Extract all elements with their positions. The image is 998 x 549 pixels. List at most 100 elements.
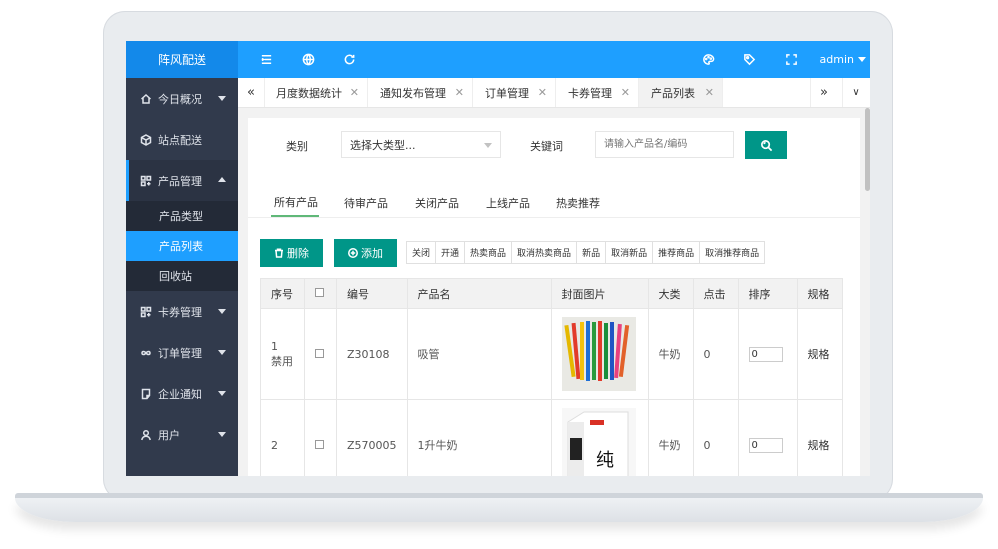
tabs-next-icon[interactable]: » bbox=[810, 78, 837, 107]
header-sort: 排序 bbox=[737, 278, 798, 309]
palette-icon[interactable] bbox=[696, 41, 720, 78]
sidebar-item-label: 卡券管理 bbox=[158, 305, 202, 319]
tab-label: 通知发布管理 bbox=[380, 86, 446, 100]
sidebar-item-users[interactable]: 用户 bbox=[126, 414, 238, 455]
header-name: 产品名 bbox=[406, 278, 552, 309]
chevron-down-icon bbox=[858, 57, 866, 62]
user-menu[interactable]: admin bbox=[820, 41, 866, 78]
op-unnew-button[interactable]: 取消新品 bbox=[605, 241, 654, 264]
cell-checkbox[interactable] bbox=[304, 399, 337, 476]
sidebar-item-label: 产品管理 bbox=[158, 174, 202, 188]
tab-orders[interactable]: 订单管理 ✕ bbox=[473, 78, 556, 107]
op-new-button[interactable]: 新品 bbox=[576, 241, 607, 264]
checkbox[interactable] bbox=[315, 439, 324, 449]
delete-button-label: 删除 bbox=[287, 247, 309, 260]
scrollbar-thumb[interactable] bbox=[865, 108, 870, 191]
bulk-operations: 关闭 开通 热卖商品 取消热卖商品 新品 取消新品 推荐商品 取消推荐商品 bbox=[406, 241, 766, 264]
filter-tab-online[interactable]: 上线产品 bbox=[486, 188, 530, 217]
chevron-down-icon bbox=[218, 96, 226, 101]
category-select[interactable]: 选择大类型... bbox=[341, 131, 501, 158]
sort-input[interactable] bbox=[748, 346, 783, 362]
header-select-all[interactable] bbox=[304, 278, 337, 309]
header-category: 大类 bbox=[647, 278, 694, 309]
cell-index: 1 禁用 bbox=[260, 308, 305, 400]
sidebar-item-label: 站点配送 bbox=[158, 133, 202, 147]
close-icon[interactable]: ✕ bbox=[455, 86, 464, 99]
close-icon[interactable]: ✕ bbox=[621, 86, 630, 99]
chevron-down-icon bbox=[218, 391, 226, 396]
sidebar-subitem-product-list[interactable]: 产品列表 bbox=[126, 231, 238, 261]
sidebar-item-notices[interactable]: 企业通知 bbox=[126, 373, 238, 414]
svg-text:纯: 纯 bbox=[596, 450, 614, 471]
cell-sort bbox=[737, 399, 798, 476]
search-button[interactable] bbox=[745, 131, 787, 159]
filter-tab-hot[interactable]: 热卖推荐 bbox=[556, 188, 600, 217]
header-index: 序号 bbox=[260, 278, 305, 309]
sort-input[interactable] bbox=[748, 437, 783, 453]
fullscreen-icon[interactable] bbox=[779, 41, 803, 78]
filter-tab-pending[interactable]: 待审产品 bbox=[344, 188, 388, 217]
globe-icon[interactable] bbox=[296, 41, 320, 78]
cell-spec[interactable]: 规格 bbox=[796, 399, 843, 476]
sidebar-submenu: 产品类型 产品列表 回收站 bbox=[126, 201, 238, 291]
plus-circle-icon bbox=[348, 248, 358, 258]
cell-checkbox[interactable] bbox=[304, 308, 337, 400]
tabs-prev-icon[interactable]: « bbox=[238, 78, 265, 107]
category-label: 类别 bbox=[286, 140, 308, 153]
op-open-button[interactable]: 开通 bbox=[435, 241, 466, 264]
apps-icon bbox=[140, 306, 152, 318]
op-unrecommend-button[interactable]: 取消推荐商品 bbox=[699, 241, 766, 264]
tabs-menu-icon[interactable]: ∨ bbox=[842, 78, 869, 107]
close-icon[interactable]: ✕ bbox=[350, 86, 359, 99]
filter-tab-closed[interactable]: 关闭产品 bbox=[415, 188, 459, 217]
cell-cover: 纯 bbox=[550, 399, 649, 476]
row-index: 2 bbox=[271, 438, 278, 452]
sidebar-item-products[interactable]: 产品管理 bbox=[126, 160, 238, 201]
tag-icon[interactable] bbox=[737, 41, 761, 78]
op-hot-button[interactable]: 热卖商品 bbox=[464, 241, 513, 264]
tab-notice-publish[interactable]: 通知发布管理 ✕ bbox=[368, 78, 473, 107]
sidebar-item-overview[interactable]: 今日概况 bbox=[126, 78, 238, 119]
filter-tab-all[interactable]: 所有产品 bbox=[271, 188, 319, 217]
sidebar-item-coupons[interactable]: 卡券管理 bbox=[126, 291, 238, 332]
tab-label: 产品列表 bbox=[651, 86, 695, 100]
user-name: admin bbox=[819, 53, 854, 66]
op-unhot-button[interactable]: 取消热卖商品 bbox=[511, 241, 578, 264]
add-button[interactable]: 添加 bbox=[334, 239, 397, 267]
filter-tabs: 所有产品 待审产品 关闭产品 上线产品 热卖推荐 bbox=[248, 188, 860, 218]
delete-button[interactable]: 删除 bbox=[260, 239, 323, 267]
header-spec: 规格 bbox=[796, 278, 843, 309]
op-recommend-button[interactable]: 推荐商品 bbox=[652, 241, 701, 264]
tab-coupons[interactable]: 卡券管理 ✕ bbox=[556, 78, 639, 107]
add-button-label: 添加 bbox=[361, 247, 383, 260]
table-header-row: 序号 编号 产品名 封面图片 大类 点击 排序 规格 bbox=[260, 278, 843, 309]
cell-clicks: 0 bbox=[692, 399, 739, 476]
cell-category: 牛奶 bbox=[647, 308, 694, 400]
tab-monthly-stats[interactable]: 月度数据统计 ✕ bbox=[264, 78, 368, 107]
close-icon[interactable]: ✕ bbox=[705, 86, 714, 99]
chevron-down-icon bbox=[218, 309, 226, 314]
op-close-button[interactable]: 关闭 bbox=[406, 241, 437, 264]
menu-icon[interactable] bbox=[254, 41, 278, 78]
cell-code: Z570005 bbox=[336, 399, 408, 476]
cube-icon bbox=[140, 133, 152, 146]
checkbox[interactable] bbox=[315, 288, 324, 297]
sidebar-subitem-product-types[interactable]: 产品类型 bbox=[126, 201, 238, 231]
checkbox[interactable] bbox=[315, 348, 324, 358]
main-content: 类别 选择大类型... 关键词 所有产品 待审产品 关闭产品 上线产品 热卖推荐… bbox=[238, 108, 870, 476]
chevron-down-icon bbox=[484, 143, 492, 148]
sidebar-item-orders[interactable]: 订单管理 bbox=[126, 332, 238, 373]
sidebar-subitem-recycle-bin[interactable]: 回收站 bbox=[126, 261, 238, 291]
table-row: 2 Z570005 1升牛奶 纯 牛奶 0 0 规格 bbox=[260, 399, 843, 476]
product-image-straws bbox=[561, 317, 636, 391]
sidebar-item-delivery[interactable]: 站点配送 bbox=[126, 119, 238, 160]
content-scrollbar[interactable] bbox=[865, 108, 870, 476]
trash-icon bbox=[275, 248, 283, 258]
tab-product-list[interactable]: 产品列表 ✕ bbox=[639, 78, 723, 107]
cell-spec[interactable]: 规格 bbox=[796, 308, 843, 400]
close-icon[interactable]: ✕ bbox=[538, 86, 547, 99]
keyword-input[interactable] bbox=[595, 131, 734, 158]
note-icon bbox=[140, 388, 152, 400]
table-row: 1 禁用 Z30108 吸管 牛奶 0 0 规格 bbox=[260, 308, 843, 400]
refresh-icon[interactable] bbox=[337, 41, 361, 78]
